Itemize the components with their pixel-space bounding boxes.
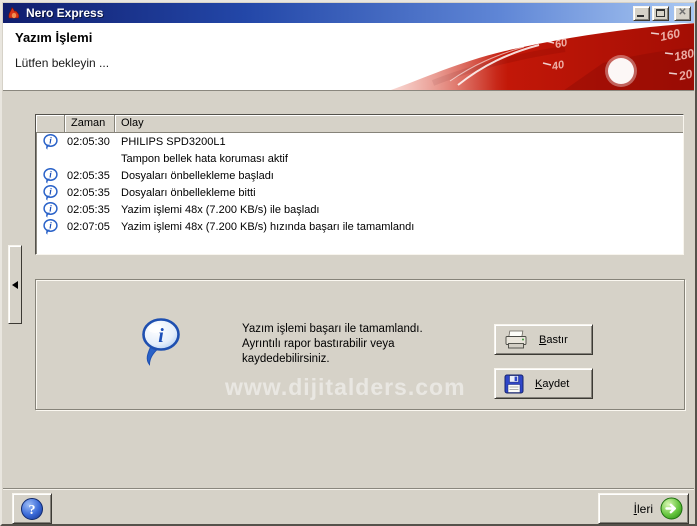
print-button[interactable]: Bastır bbox=[494, 324, 593, 355]
help-icon: ? bbox=[21, 497, 43, 520]
result-message: Yazım işlemi başarı ile tamamlandı. Ayrı… bbox=[242, 322, 423, 367]
info-bubble-icon: i bbox=[43, 218, 58, 235]
close-button[interactable]: ✕ bbox=[674, 5, 691, 21]
log-row[interactable]: i 02:05:35 Yazim işlemi 48x (7.200 KB/s)… bbox=[36, 201, 683, 218]
info-bubble-icon: i bbox=[43, 167, 58, 184]
log-time: 02:05:35 bbox=[67, 186, 110, 199]
log-time: 02:05:35 bbox=[67, 203, 110, 216]
window-title: Nero Express bbox=[26, 6, 104, 20]
maximize-icon bbox=[656, 9, 665, 17]
next-button[interactable]: İleri bbox=[598, 493, 689, 524]
printer-icon bbox=[504, 330, 528, 350]
log-event: Dosyaları önbellekleme başladı bbox=[121, 169, 274, 182]
nero-logo-icon bbox=[6, 5, 22, 21]
svg-text:?: ? bbox=[29, 503, 36, 518]
help-button[interactable]: ? bbox=[12, 493, 52, 524]
result-message-line: kaydedebilirsiniz. bbox=[242, 353, 330, 365]
floppy-disk-icon bbox=[504, 374, 524, 394]
log-event: Yazim işlemi 48x (7.200 KB/s) hızında ba… bbox=[121, 220, 415, 233]
log-listview[interactable]: Zaman Olay i 02:05:30 PHILIPS SPD3200L1 … bbox=[35, 114, 684, 255]
info-balloon-icon: i bbox=[142, 318, 180, 366]
log-row[interactable]: i 02:05:30 PHILIPS SPD3200L1 bbox=[36, 133, 683, 150]
nero-express-window: Nero Express ✕ 60 40 160 180 20 Yazım İş… bbox=[0, 0, 697, 526]
chevron-left-icon bbox=[12, 280, 18, 289]
info-bubble-icon: i bbox=[43, 133, 58, 150]
result-groupbox: i Yazım işlemi başarı ile tamamlandı. Ay… bbox=[35, 279, 685, 410]
log-time: 02:07:05 bbox=[67, 220, 110, 233]
info-bubble-icon: i bbox=[43, 184, 58, 201]
print-button-label: Bastır bbox=[539, 333, 568, 346]
result-message-line: Ayrıntılı rapor bastırabilir veya bbox=[242, 338, 395, 350]
log-row[interactable]: i 02:05:35 Dosyaları önbellekleme bitti bbox=[36, 184, 683, 201]
maximize-button[interactable] bbox=[652, 5, 669, 21]
column-header-icon[interactable] bbox=[36, 115, 65, 133]
status-text: Lütfen bekleyin ... bbox=[15, 56, 110, 70]
log-row[interactable]: i 02:05:35 Dosyaları önbellekleme başlad… bbox=[36, 167, 683, 184]
log-row[interactable]: Tampon bellek hata koruması aktif bbox=[36, 150, 683, 167]
log-time: 02:05:35 bbox=[67, 169, 110, 182]
info-bubble-icon: i bbox=[43, 201, 58, 218]
header-banner: 60 40 160 180 20 Yazım İşlemi Lütfen bek… bbox=[3, 23, 694, 91]
log-event: Yazim işlemi 48x (7.200 KB/s) ile başlad… bbox=[121, 203, 320, 216]
save-button-label: Kaydet bbox=[535, 377, 570, 390]
save-button[interactable]: Kaydet bbox=[494, 368, 593, 399]
minimize-icon bbox=[637, 14, 644, 17]
footer-divider bbox=[3, 488, 694, 490]
log-header-row: Zaman Olay bbox=[36, 115, 683, 133]
next-arrow-icon bbox=[660, 497, 683, 520]
log-row[interactable]: i 02:07:05 Yazim işlemi 48x (7.200 KB/s)… bbox=[36, 218, 683, 235]
log-event: Tampon bellek hata koruması aktif bbox=[121, 152, 288, 165]
svg-text:i: i bbox=[158, 325, 164, 347]
column-header-zaman[interactable]: Zaman bbox=[65, 115, 115, 133]
log-event: PHILIPS SPD3200L1 bbox=[121, 135, 226, 148]
page-title: Yazım İşlemi bbox=[15, 30, 93, 45]
log-event: Dosyaları önbellekleme bitti bbox=[121, 186, 256, 199]
column-header-olay[interactable]: Olay bbox=[115, 115, 683, 133]
titlebar[interactable]: Nero Express ✕ bbox=[3, 3, 694, 23]
close-icon: ✕ bbox=[678, 7, 687, 18]
drive-panel-toggle[interactable] bbox=[8, 245, 22, 324]
log-time: 02:05:30 bbox=[67, 135, 110, 148]
result-message-line: Yazım işlemi başarı ile tamamlandı. bbox=[242, 323, 423, 335]
next-button-label: İleri bbox=[633, 501, 653, 516]
minimize-button[interactable] bbox=[633, 5, 650, 21]
